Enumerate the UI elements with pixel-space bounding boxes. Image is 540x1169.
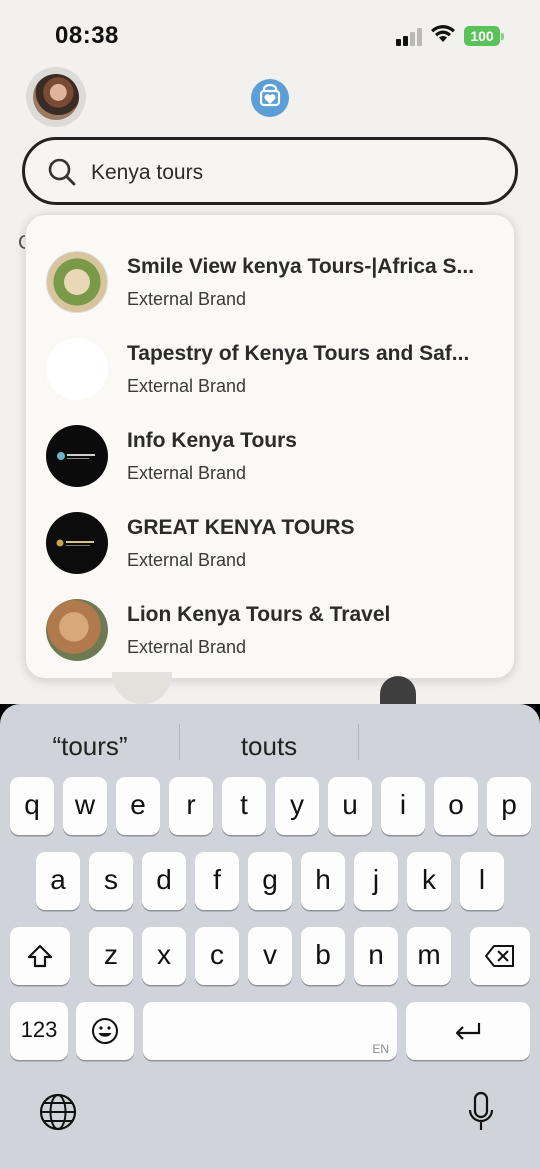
suggestion-divider (358, 724, 359, 760)
space-key[interactable]: EN (143, 1002, 397, 1060)
search-icon (48, 158, 76, 186)
result-item[interactable]: Tapestry of Kenya Tours and Saf... Exter… (26, 326, 516, 406)
key-i[interactable]: i (381, 777, 425, 835)
key-g[interactable]: g (248, 852, 292, 910)
result-item[interactable]: Smile View kenya Tours-|Africa S... Exte… (26, 239, 516, 319)
result-name: Info Kenya Tours (127, 429, 297, 452)
key-t[interactable]: t (222, 777, 266, 835)
signal-icon (396, 28, 422, 46)
keyboard: “tours” touts q w e r t y u i o p a s d … (0, 704, 540, 1169)
return-key[interactable] (406, 1002, 530, 1060)
microphone-icon[interactable] (466, 1090, 496, 1134)
status-time: 08:38 (55, 22, 119, 49)
key-m[interactable]: m (407, 927, 451, 985)
result-name: Tapestry of Kenya Tours and Saf... (127, 342, 470, 365)
heart-logo-icon[interactable] (251, 79, 289, 117)
key-h[interactable]: h (301, 852, 345, 910)
key-c[interactable]: c (195, 927, 239, 985)
result-type: External Brand (127, 289, 247, 309)
brand-logo (46, 338, 108, 400)
key-u[interactable]: u (328, 777, 372, 835)
numbers-key[interactable]: 123 (10, 1002, 68, 1060)
key-y[interactable]: y (275, 777, 319, 835)
key-p[interactable]: p (487, 777, 531, 835)
search-results-dropdown: Smile View kenya Tours-|Africa S... Exte… (25, 214, 515, 679)
key-j[interactable]: j (354, 852, 398, 910)
profile-avatar[interactable] (26, 67, 86, 127)
suggestion-item[interactable]: “tours” (20, 728, 160, 764)
result-type: External Brand (127, 637, 247, 657)
result-item[interactable]: GREAT KENYA TOURS External Brand (26, 500, 516, 580)
status-bar: 08:38 100 (0, 0, 540, 70)
key-x[interactable]: x (142, 927, 186, 985)
battery-level: 100 (464, 26, 500, 46)
key-z[interactable]: z (89, 927, 133, 985)
suggestion-item[interactable] (378, 728, 518, 764)
brand-logo (46, 251, 108, 313)
key-k[interactable]: k (407, 852, 451, 910)
result-type: External Brand (127, 550, 247, 570)
result-type: External Brand (127, 463, 247, 483)
result-name: Smile View kenya Tours-|Africa S... (127, 255, 475, 278)
key-l[interactable]: l (460, 852, 504, 910)
globe-icon[interactable] (38, 1092, 78, 1132)
key-q[interactable]: q (10, 777, 54, 835)
shift-icon (27, 944, 53, 968)
backspace-icon (485, 945, 514, 967)
brand-logo (46, 425, 108, 487)
result-name: GREAT KENYA TOURS (127, 516, 355, 539)
profile-tab-icon[interactable] (380, 676, 416, 704)
key-f[interactable]: f (195, 852, 239, 910)
shift-key[interactable] (10, 927, 70, 985)
result-item[interactable]: Lion Kenya Tours & Travel External Brand (26, 587, 516, 667)
wifi-icon (431, 25, 455, 42)
key-e[interactable]: e (116, 777, 160, 835)
result-type: External Brand (127, 376, 247, 396)
battery-icon: 100 (464, 26, 504, 46)
suggestion-divider (179, 724, 180, 760)
key-n[interactable]: n (354, 927, 398, 985)
delete-key[interactable] (470, 927, 530, 985)
key-b[interactable]: b (301, 927, 345, 985)
search-query[interactable]: Kenya tours (91, 161, 203, 185)
suggestion-item[interactable]: touts (199, 728, 339, 764)
emoji-key[interactable] (76, 1002, 134, 1060)
tab-bar-item[interactable] (112, 672, 172, 704)
brand-logo (46, 512, 108, 574)
emoji-icon (92, 1018, 118, 1044)
return-icon (455, 1023, 481, 1040)
language-tag: EN (372, 1042, 389, 1056)
search-input[interactable]: Kenya tours (22, 137, 518, 205)
key-o[interactable]: o (434, 777, 478, 835)
key-a[interactable]: a (36, 852, 80, 910)
result-name: Lion Kenya Tours & Travel (127, 603, 391, 626)
key-v[interactable]: v (248, 927, 292, 985)
key-s[interactable]: s (89, 852, 133, 910)
brand-logo (46, 599, 108, 661)
key-w[interactable]: w (63, 777, 107, 835)
result-item[interactable]: Info Kenya Tours External Brand (26, 413, 516, 493)
key-r[interactable]: r (169, 777, 213, 835)
key-d[interactable]: d (142, 852, 186, 910)
